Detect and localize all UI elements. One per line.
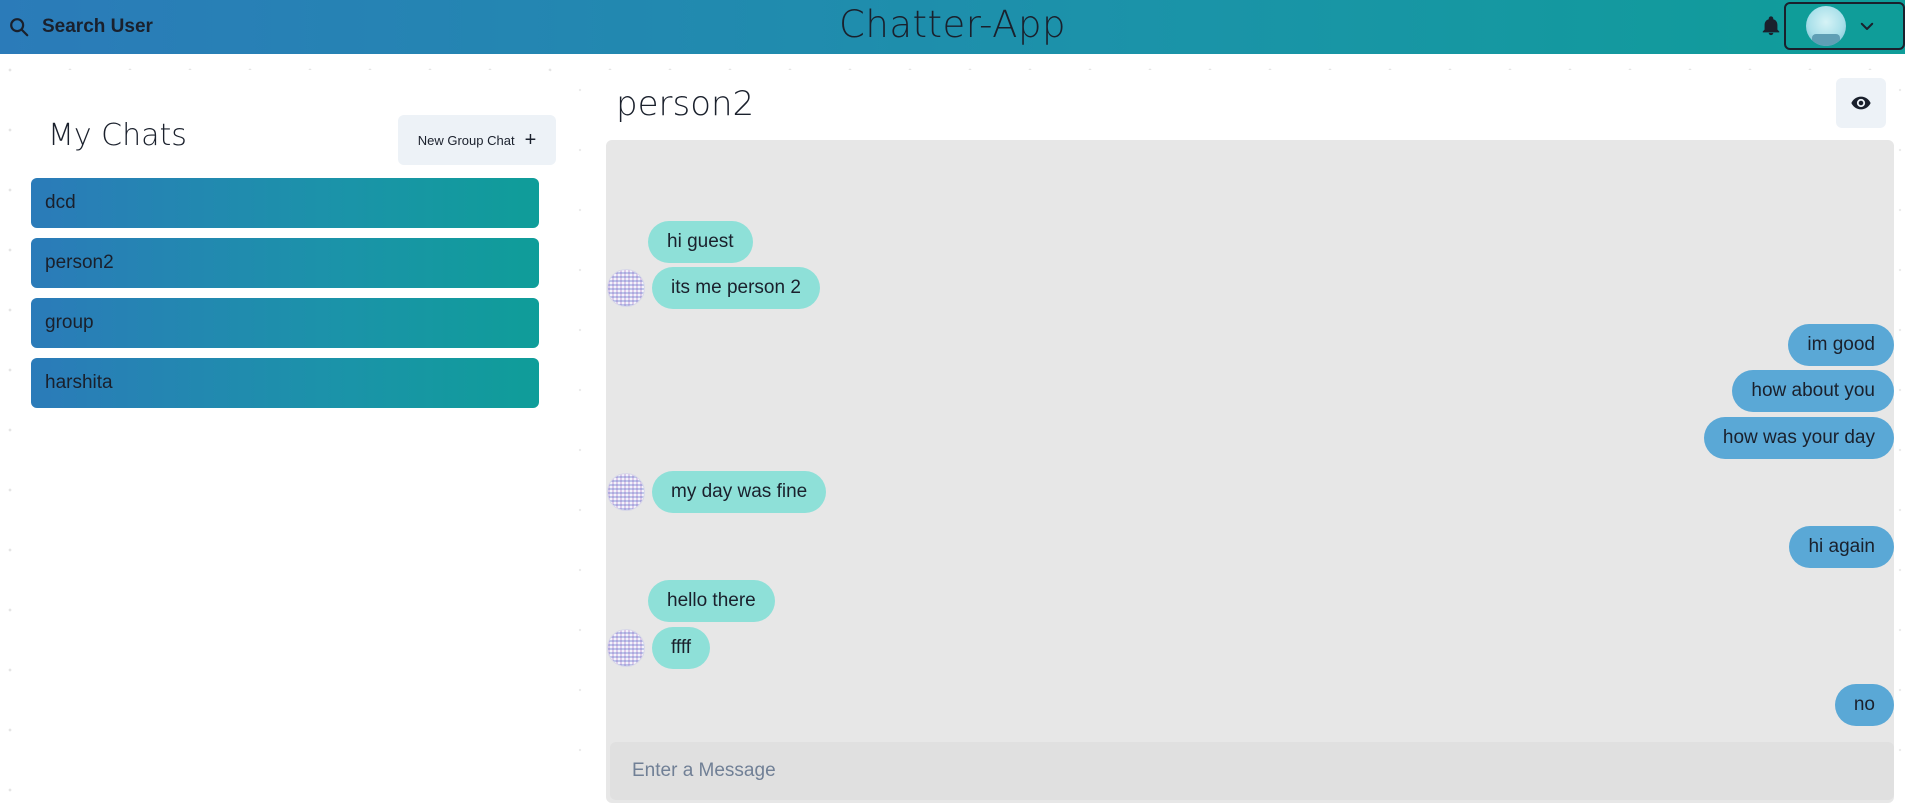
message-incoming: my day was fine — [652, 471, 827, 513]
chat-box: person2 hi guest its me person 2 im good… — [600, 70, 1894, 803]
chevron-down-icon — [1860, 22, 1874, 30]
chat-name: dcd — [45, 192, 76, 213]
messages-area[interactable]: hi guest its me person 2 im good how abo… — [606, 140, 1894, 803]
chat-name: person2 — [45, 252, 114, 273]
chat-name: harshita — [45, 372, 113, 393]
message-outgoing: no — [1834, 684, 1894, 726]
sender-avatar[interactable] — [607, 629, 645, 667]
app-title: Chatter-App — [839, 3, 1066, 46]
chat-name: group — [45, 312, 94, 333]
message-incoming: ffff — [652, 627, 711, 669]
plus-icon: + — [524, 129, 537, 151]
new-group-chat-button[interactable]: New Group Chat + — [398, 115, 556, 165]
profile-menu-button[interactable] — [1784, 2, 1905, 50]
message-incoming: hello there — [648, 580, 775, 622]
chat-list-item[interactable]: person2 — [31, 238, 539, 288]
sender-avatar[interactable] — [607, 473, 645, 511]
my-chats-header: My Chats New Group Chat + — [31, 86, 556, 166]
my-chats-panel: My Chats New Group Chat + dcd person2 gr… — [14, 70, 556, 803]
bell-icon[interactable] — [1760, 14, 1782, 38]
eye-icon — [1851, 96, 1871, 110]
new-group-chat-label: New Group Chat — [417, 132, 515, 148]
my-chats-title: My Chats — [48, 118, 187, 153]
message-outgoing: hi again — [1789, 526, 1894, 568]
message-outgoing: im good — [1788, 324, 1894, 366]
message-input[interactable] — [610, 742, 1894, 800]
view-profile-button[interactable] — [1836, 78, 1886, 128]
chat-list-item[interactable]: dcd — [31, 178, 539, 228]
user-avatar — [1806, 6, 1846, 46]
chat-list-item[interactable]: group — [31, 298, 539, 348]
search-user-button[interactable]: Search User — [6, 8, 166, 46]
message-outgoing: how was your day — [1703, 417, 1894, 459]
search-user-label: Search User — [42, 16, 153, 37]
chat-list: dcd person2 group harshita — [31, 178, 539, 418]
top-header: Search User Chatter-App — [0, 0, 1905, 54]
message-incoming: hi guest — [648, 221, 753, 263]
message-outgoing: how about you — [1732, 370, 1894, 412]
chat-list-item[interactable]: harshita — [31, 358, 539, 408]
chat-title: person2 — [616, 84, 755, 124]
sender-avatar[interactable] — [607, 269, 645, 307]
message-incoming: its me person 2 — [652, 267, 820, 309]
search-icon — [10, 18, 29, 37]
